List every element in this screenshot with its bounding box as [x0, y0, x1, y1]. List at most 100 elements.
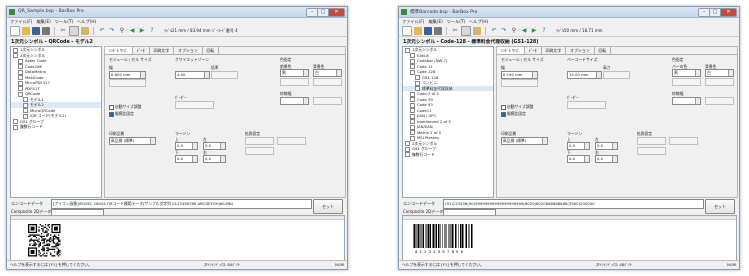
chevron-down-icon[interactable]	[336, 70, 341, 76]
chevron-down-icon[interactable]	[150, 138, 155, 144]
margin-spinner[interactable]	[192, 143, 197, 149]
save-icon[interactable]	[424, 26, 432, 35]
print-quality-select[interactable]: 高品質 (標準)	[501, 137, 548, 145]
fixed-ratio-checkbox[interactable]	[109, 112, 114, 117]
quiet-input[interactable]: 4.00	[175, 71, 210, 79]
margin-top-input[interactable]: 0.0	[175, 142, 198, 150]
menu-help[interactable]: ヘルプ(H)	[77, 18, 96, 25]
open-folder-icon[interactable]	[22, 26, 30, 35]
margin-bottom-input[interactable]: 0.0	[567, 155, 590, 163]
new-file-icon[interactable]	[402, 25, 412, 36]
help-icon[interactable]: ?	[540, 27, 548, 35]
print-icon[interactable]	[42, 26, 50, 35]
border-width-input[interactable]	[672, 97, 701, 105]
minimize-button[interactable]: –	[306, 8, 318, 17]
set-button[interactable]: セット	[705, 199, 735, 214]
tree-node-icon[interactable]	[13, 124, 18, 130]
open-folder-icon[interactable]	[414, 26, 422, 35]
tab-data[interactable]: ﾃﾞｰﾀ	[525, 47, 542, 54]
zoom-icon[interactable]: ⚲	[118, 27, 126, 35]
tab-data[interactable]: ﾃﾞｰﾀ	[133, 47, 150, 54]
margin-bottom-input[interactable]: 0.0	[175, 155, 198, 163]
tab-rotation[interactable]: 回転	[203, 47, 220, 54]
tab-print-text[interactable]: 印刷文字	[150, 47, 175, 54]
save-icon[interactable]	[32, 26, 40, 35]
tree-item[interactable]: 複数行コード	[11, 124, 101, 130]
bg-color-select[interactable]: 白	[313, 69, 342, 77]
margin-spinner[interactable]	[612, 143, 617, 149]
encode-data-input[interactable]: [アイコン画像]ISO/IEC 18004 QRコード模範データ(サンプル文字列…	[51, 199, 312, 209]
fg-color-select[interactable]: 黒	[672, 69, 701, 77]
quiet-input[interactable]: 15.00 mm	[567, 71, 602, 79]
menu-tools[interactable]: ツール(T)	[447, 18, 465, 25]
back-icon[interactable]: ◀	[128, 27, 136, 35]
title-bar[interactable]: 標準Barcode.bsp - BarBox Pro – □ ✕	[399, 7, 739, 18]
cut-icon[interactable]: ✂	[59, 27, 67, 35]
fg-color-select[interactable]: 黒	[280, 69, 309, 77]
help-icon[interactable]: ?	[148, 27, 156, 35]
bg-color-select[interactable]: 白	[705, 69, 734, 77]
menu-edit[interactable]: 編集(E)	[36, 18, 50, 25]
tab-rotation[interactable]: 回転	[595, 47, 612, 54]
margin-spinner[interactable]	[584, 143, 589, 149]
quiet-spinner[interactable]	[204, 72, 209, 78]
maximize-button[interactable]: □	[318, 8, 329, 17]
menu-edit[interactable]: 編集(E)	[428, 18, 442, 25]
margin-spinner[interactable]	[192, 156, 197, 162]
tree-item[interactable]: 複数行コード	[403, 152, 493, 157]
minimize-button[interactable]: –	[698, 8, 710, 17]
chevron-down-icon[interactable]	[695, 70, 700, 76]
auto-size-checkbox[interactable]	[109, 105, 114, 110]
chevron-down-icon[interactable]	[542, 138, 547, 144]
height-input[interactable]: 0.600 mm	[109, 71, 146, 79]
tab-print-text[interactable]: 印刷文字	[542, 47, 567, 54]
copy-icon[interactable]	[461, 25, 471, 36]
tab-options[interactable]: オプション	[566, 47, 595, 54]
undo-icon[interactable]: ↶	[490, 27, 498, 35]
menu-help[interactable]: ヘルプ(H)	[469, 18, 488, 25]
forward-icon[interactable]: ▶	[530, 27, 538, 35]
close-button[interactable]: ✕	[329, 8, 345, 17]
symbol-tree[interactable]: 1次元シンボル 2次元シンボル Aztec Code Code16K DataMatri…	[10, 46, 102, 198]
margin-spinner[interactable]	[584, 156, 589, 162]
close-button[interactable]: ✕	[721, 8, 737, 17]
tab-symbol-size[interactable]: ｼﾝﾎﾞﾙ ｻｲｽﾞ	[105, 47, 133, 54]
forward-icon[interactable]: ▶	[138, 27, 146, 35]
print-icon[interactable]	[434, 26, 442, 35]
height-input[interactable]: 0.190 mm	[501, 71, 538, 79]
margin-spinner[interactable]	[220, 156, 225, 162]
cut-icon[interactable]: ✂	[451, 27, 459, 35]
margin-right-input[interactable]: 0.0	[203, 155, 226, 163]
border-spinner[interactable]	[695, 98, 700, 104]
paste-icon[interactable]	[473, 26, 481, 35]
auto-size-checkbox[interactable]	[501, 105, 506, 110]
margin-left-input[interactable]: 0.0	[595, 142, 618, 150]
menu-file[interactable]: ファイル(F)	[10, 18, 32, 25]
margin-left-input[interactable]: 0.0	[203, 142, 226, 150]
set-button[interactable]: セット	[313, 199, 343, 214]
tab-symbol-size[interactable]: ｼﾝﾎﾞﾙ ｻｲｽﾞ	[497, 47, 525, 54]
margin-spinner[interactable]	[612, 156, 617, 162]
border-width-input[interactable]	[280, 97, 309, 105]
margin-right-input[interactable]: 0.0	[595, 155, 618, 163]
menu-file[interactable]: ファイル(F)	[402, 18, 424, 25]
chevron-down-icon[interactable]	[303, 70, 308, 76]
symbol-tree[interactable]: 1次元シンボル EAN-8 Codabar (NW-7) Code 11 Code 12…	[402, 46, 494, 198]
print-quality-select[interactable]: 高品質 (標準)	[109, 137, 156, 145]
new-file-icon[interactable]	[10, 25, 20, 36]
chevron-down-icon[interactable]	[728, 70, 733, 76]
height-spinner[interactable]	[532, 72, 537, 78]
zoom-icon[interactable]: ⚲	[510, 27, 518, 35]
menu-tools[interactable]: ツール(T)	[55, 18, 73, 25]
redo-icon[interactable]: ↷	[108, 27, 116, 35]
title-bar[interactable]: QR_Sample.bsp - BarBox Pro – □ ✕	[7, 7, 347, 18]
undo-icon[interactable]: ↶	[98, 27, 106, 35]
back-icon[interactable]: ◀	[520, 27, 528, 35]
paste-icon[interactable]	[81, 26, 89, 35]
tree-node-icon[interactable]	[405, 152, 410, 157]
fixed-ratio-checkbox[interactable]	[501, 112, 506, 117]
margin-spinner[interactable]	[220, 143, 225, 149]
redo-icon[interactable]: ↷	[500, 27, 508, 35]
tab-options[interactable]: オプション	[174, 47, 203, 54]
height-spinner[interactable]	[140, 72, 145, 78]
